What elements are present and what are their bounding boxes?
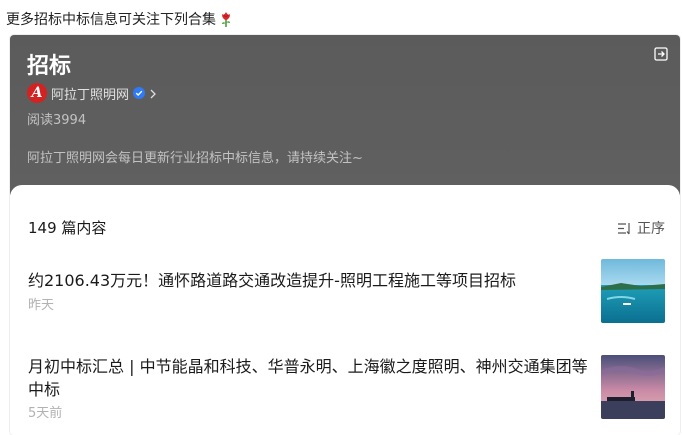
collection-header: 招标 A 阿拉丁照明网 阅读3994 阿拉丁照明网会每日更新行业招标中标信息，请… (10, 35, 680, 195)
list-item[interactable]: 月初中标汇总 | 中节能晶和科技、华普永明、上海徽之度照明、神州交通集团等中标 … (28, 355, 668, 421)
article-thumbnail (601, 259, 665, 323)
sort-label: 正序 (637, 221, 665, 237)
list-item[interactable]: 约2106.43万元！通怀路道路交通改造提升-照明工程施工等项目招标 昨天 (28, 259, 668, 323)
collection-intro: 更多招标中标信息可关注下列合集 (6, 9, 233, 29)
article-count: 149 篇内容 (28, 219, 107, 237)
collection-title: 招标 (27, 54, 72, 79)
sort-button[interactable]: 正序 (617, 218, 665, 238)
article-time: 5天前 (28, 406, 63, 421)
collection-card: 招标 A 阿拉丁照明网 阅读3994 阿拉丁照明网会每日更新行业招标中标信息，请… (10, 35, 680, 435)
article-time: 昨天 (28, 298, 55, 313)
article-thumbnail (601, 355, 665, 419)
chevron-right-icon (149, 88, 157, 99)
rose-icon (219, 10, 233, 28)
sort-order-icon (617, 222, 632, 235)
intro-text: 更多招标中标信息可关注下列合集 (6, 12, 216, 28)
collection-description: 阿拉丁照明网会每日更新行业招标中标信息，请持续关注~ (27, 151, 363, 166)
account-name: 阿拉丁照明网 (51, 87, 130, 103)
account-link[interactable]: A 阿拉丁照明网 (27, 83, 157, 103)
article-title: 约2106.43万元！通怀路道路交通改造提升-照明工程施工等项目招标 (28, 271, 516, 290)
account-logo: A (27, 83, 47, 103)
verified-icon (133, 87, 146, 99)
article-title: 月初中标汇总 | 中节能晶和科技、华普永明、上海徽之度照明、神州交通集团等中标 (28, 357, 588, 399)
read-count: 阅读3994 (27, 113, 87, 128)
article-list: 149 篇内容 正序 约2106.43万元！通怀路道路交通改造提升-照明工程施工… (10, 185, 680, 435)
exit-icon[interactable] (654, 46, 668, 61)
